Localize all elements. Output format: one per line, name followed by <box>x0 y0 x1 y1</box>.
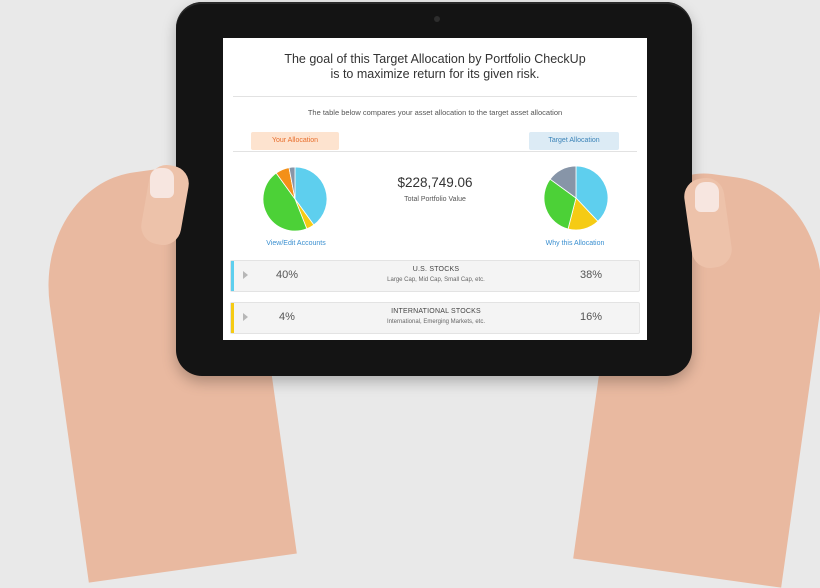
your-allocation-pie-chart <box>262 166 328 232</box>
row-color-bar <box>231 303 234 333</box>
tab-your-allocation[interactable]: Your Allocation <box>251 132 339 150</box>
your-percent: 40% <box>275 269 299 281</box>
target-allocation-pie-chart <box>543 165 609 231</box>
page-title-line-2: is to maximize return for its given risk… <box>330 67 540 81</box>
target-percent: 16% <box>579 311 603 323</box>
expand-caret-icon[interactable] <box>243 313 248 321</box>
why-this-allocation-link[interactable]: Why this Allocation <box>531 240 619 247</box>
comparison-subtitle: The table below compares your asset allo… <box>307 108 563 117</box>
expand-caret-icon[interactable] <box>243 271 248 279</box>
left-thumbnail <box>150 168 174 198</box>
page-title: The goal of this Target Allocation by Po… <box>223 52 647 82</box>
asset-class-description: Large Cap, Mid Cap, Small Cap, etc. <box>387 277 485 283</box>
asset-class-name: INTERNATIONAL STOCKS <box>391 308 481 315</box>
tablet-screen: The goal of this Target Allocation by Po… <box>223 38 647 340</box>
tabs-divider <box>233 151 637 152</box>
row-color-bar <box>231 261 234 291</box>
asset-class-name: U.S. STOCKS <box>412 266 460 273</box>
total-portfolio-value: $228,749.06 <box>397 175 473 190</box>
tab-target-allocation[interactable]: Target Allocation <box>529 132 619 150</box>
page-title-line-1: The goal of this Target Allocation by Po… <box>284 52 586 66</box>
allocation-row-us-stocks[interactable]: 40% U.S. STOCKS Large Cap, Mid Cap, Smal… <box>230 260 640 292</box>
right-thumbnail <box>695 182 719 212</box>
target-percent: 38% <box>579 269 603 281</box>
camera-icon <box>434 16 440 22</box>
total-portfolio-label: Total Portfolio Value <box>404 196 466 203</box>
your-percent: 4% <box>279 311 295 323</box>
title-divider <box>233 96 637 97</box>
asset-class-description: International, Emerging Markets, etc. <box>386 319 486 325</box>
allocation-row-international-stocks[interactable]: 4% INTERNATIONAL STOCKS International, E… <box>230 302 640 334</box>
view-edit-accounts-link[interactable]: View/Edit Accounts <box>253 240 339 247</box>
